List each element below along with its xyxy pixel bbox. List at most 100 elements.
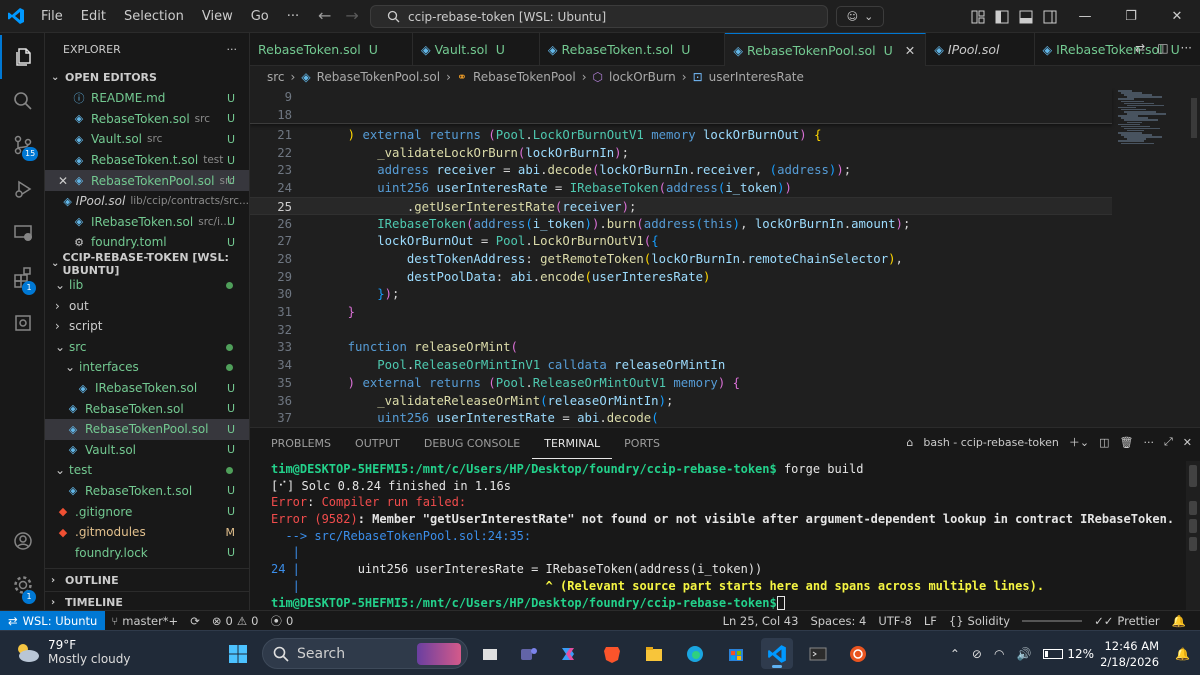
terminal-scrollbar[interactable]	[1186, 461, 1200, 611]
editor-tab[interactable]: ◈ RebaseTokenPool.sol U ✕	[725, 33, 927, 66]
close-panel-icon[interactable]: ✕	[1183, 436, 1192, 449]
code-line[interactable]: 35 ) external returns (Pool.ReleaseOrMin…	[250, 374, 1112, 393]
volume-icon[interactable]: 🔊	[1010, 647, 1037, 661]
toggle-secondary-sidebar-icon[interactable]	[1038, 0, 1062, 33]
tray-chevron-up-icon[interactable]: ⌃	[944, 647, 966, 661]
open-editor-item[interactable]: ◈ RebaseToken.sol src U	[45, 109, 249, 130]
tab-problems[interactable]: PROBLEMS	[259, 428, 343, 459]
extensions-icon[interactable]: 1	[0, 255, 45, 299]
editor-tab[interactable]: RebaseToken.sol U	[250, 33, 413, 66]
file-item[interactable]: ◈ IRebaseToken.sol U	[45, 378, 249, 399]
manage-gear-icon[interactable]: 1	[0, 563, 45, 607]
code-line[interactable]: 32	[250, 321, 1112, 340]
code-line[interactable]: 24 uint256 userInteresRate = IRebaseToke…	[250, 179, 1112, 198]
menu-selection[interactable]: Selection	[115, 0, 193, 33]
run-debug-icon[interactable]	[0, 167, 45, 211]
notification-center-icon[interactable]: 🔔	[1169, 647, 1200, 661]
wifi-icon[interactable]: ◠	[988, 647, 1010, 661]
minimap[interactable]	[1116, 88, 1186, 427]
folder-item[interactable]: ⌄ test	[45, 460, 249, 481]
code-line[interactable]: 26 IRebaseToken(address(i_token)).burn(a…	[250, 215, 1112, 234]
terminal-output[interactable]: tim@DESKTOP-5HEFMI5:/mnt/c/Users/HP/Desk…	[250, 461, 1185, 611]
code-line[interactable]: 23 address receiver = abi.decode(lockOrB…	[250, 161, 1112, 180]
terminal-name[interactable]: bash - ccip-rebase-token	[923, 436, 1059, 449]
breadcrumb-src[interactable]: src	[267, 70, 285, 84]
problems-indicator[interactable]: ⊗ 0 ⚠ 0	[206, 614, 265, 628]
file-item[interactable]: ◈ Vault.sol U	[45, 440, 249, 461]
code-line[interactable]: 36 _validateReleaseOrMint(releaseOrMintI…	[250, 392, 1112, 411]
tab-debug-console[interactable]: DEBUG CONSOLE	[412, 428, 532, 459]
compare-changes-icon[interactable]: ⇄	[1135, 41, 1145, 55]
taskbar-search[interactable]: Search	[262, 638, 468, 669]
task-view-icon[interactable]	[474, 638, 506, 669]
code-line[interactable]: 21 ) external returns (Pool.LockOrBurnOu…	[250, 126, 1112, 145]
tab-ports[interactable]: PORTS	[612, 428, 672, 459]
code-line[interactable]: 33 function releaseOrMint(	[250, 338, 1112, 357]
editor-tab[interactable]: ◈ IPool.sol	[926, 33, 1035, 66]
menu-go[interactable]: Go	[242, 0, 278, 33]
file-item[interactable]: foundry.lock U	[45, 542, 249, 563]
explorer-icon[interactable]	[0, 35, 45, 79]
menu-view[interactable]: View	[193, 0, 242, 33]
copilot-button[interactable]: ☺ ⌄	[836, 6, 884, 27]
microsoft-store-icon[interactable]	[720, 638, 752, 669]
folder-item[interactable]: ⌄ interfaces	[45, 357, 249, 378]
open-editors-header[interactable]: ⌄ OPEN EDITORS	[45, 66, 249, 88]
minimize-button[interactable]: —	[1062, 0, 1108, 33]
sync-icon[interactable]: ⟳	[184, 614, 206, 628]
open-editor-item[interactable]: ⚙ foundry.toml U	[45, 232, 249, 253]
tab-output[interactable]: OUTPUT	[343, 428, 412, 459]
file-item[interactable]: ◈ RebaseTokenPool.sol U	[45, 418, 249, 440]
split-editor-icon[interactable]: ◫	[1157, 41, 1168, 55]
open-editor-item[interactable]: ◈ Vault.sol src U	[45, 129, 249, 150]
maximize-panel-icon[interactable]: ⤢	[1164, 435, 1173, 449]
code-line[interactable]: 29 destPoolData: abi.encode(userInteresR…	[250, 268, 1112, 287]
toggle-panel-icon[interactable]	[1014, 0, 1038, 33]
cursor-position[interactable]: Ln 25, Col 43	[717, 614, 805, 628]
code-line[interactable]: 37 uint256 userInterestRate = abi.decode…	[250, 409, 1112, 427]
close-icon[interactable]: ✕	[55, 174, 71, 188]
layout-customize-icon[interactable]	[966, 0, 990, 33]
branch-indicator[interactable]: ⑂ master*+	[105, 614, 184, 628]
file-item[interactable]: ◆ .gitignore U	[45, 501, 249, 522]
project-header[interactable]: ⌄ CCIP-REBASE-TOKEN [WSL: UBUNTU]	[45, 251, 249, 277]
file-explorer-icon[interactable]	[638, 638, 670, 669]
file-item[interactable]: ◆ .gitmodules M	[45, 522, 249, 543]
account-icon[interactable]	[0, 519, 45, 563]
terminal-app-icon[interactable]	[802, 638, 834, 669]
folder-item[interactable]: ⌄ src	[45, 337, 249, 358]
code-line[interactable]: 28 destTokenAddress: getRemoteToken(lock…	[250, 250, 1112, 269]
code-editor[interactable]: 9 18 21 ) external returns (Pool.LockOrB…	[250, 88, 1200, 427]
breadcrumb-contract[interactable]: RebaseTokenPool	[473, 70, 576, 84]
edge-browser-icon[interactable]	[679, 638, 711, 669]
open-editor-item[interactable]: ⓘ README.md U	[45, 88, 249, 109]
code-line[interactable]: 34 Pool.ReleaseOrMintInV1 calldata relea…	[250, 356, 1112, 375]
language-mode[interactable]: {} Solidity	[943, 614, 1016, 628]
kill-terminal-icon[interactable]: 🗑	[1120, 436, 1134, 449]
code-line[interactable]: 31 }	[250, 303, 1112, 322]
indentation[interactable]: Spaces: 4	[804, 614, 872, 628]
open-editor-item[interactable]: ◈ IPool.sol lib/ccip/contracts/src...	[45, 191, 249, 212]
new-terminal-icon[interactable]: ＋⌄	[1069, 434, 1089, 450]
weather-widget[interactable]: 79°F Mostly cloudy	[14, 638, 131, 666]
file-item[interactable]: ◈ RebaseToken.sol U	[45, 398, 249, 419]
close-window-button[interactable]: ✕	[1154, 0, 1200, 33]
code-line[interactable]: 30 });	[250, 285, 1112, 304]
battery-indicator[interactable]: 12%	[1037, 647, 1100, 661]
folder-item[interactable]: › out	[45, 295, 249, 316]
open-editor-item[interactable]: ✕ ◈ RebaseTokenPool.sol src U	[45, 170, 249, 191]
menu-edit[interactable]: Edit	[72, 0, 115, 33]
clock[interactable]: 12:46 AM 2/18/2026	[1100, 638, 1169, 670]
ports-indicator[interactable]: ⦿ 0	[264, 613, 299, 629]
breadcrumb-file[interactable]: RebaseTokenPool.sol	[317, 70, 441, 84]
start-button[interactable]	[222, 638, 254, 669]
code-line[interactable]: 25 .getUserInterestRate(receiver);	[250, 196, 1112, 216]
remote-explorer-icon[interactable]	[0, 211, 45, 255]
copilot-app-icon[interactable]	[552, 638, 584, 669]
notifications-bell-icon[interactable]: 🔔	[1166, 614, 1192, 628]
editor-tab[interactable]: ◈ Vault.sol U	[413, 33, 540, 66]
location-off-icon[interactable]: ⊘	[966, 647, 988, 661]
breadcrumb-function[interactable]: lockOrBurn	[609, 70, 676, 84]
tab-terminal[interactable]: TERMINAL	[532, 428, 613, 459]
remote-indicator[interactable]: ⇄ WSL: Ubuntu	[0, 610, 106, 631]
